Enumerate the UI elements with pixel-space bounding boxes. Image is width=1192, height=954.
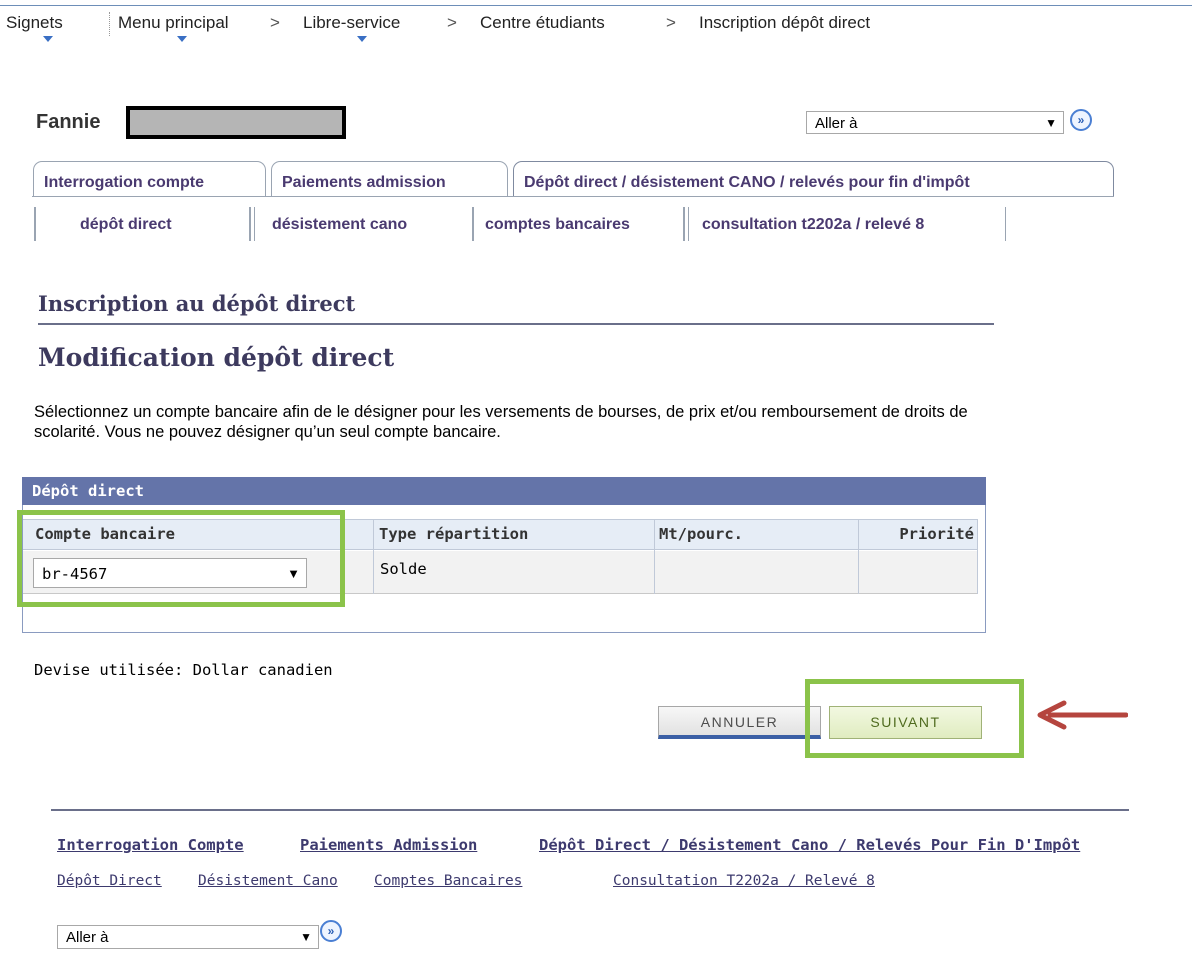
subtab-divider	[472, 207, 474, 241]
footer-goto-button[interactable]: »	[320, 920, 342, 942]
column-divider	[654, 519, 655, 594]
page-subtitle: Modification dépôt direct	[38, 343, 395, 372]
footer-link-direct-deposit[interactable]: Dépôt Direct / Désistement Cano / Relevé…	[539, 836, 1080, 854]
self-service-link[interactable]: Libre-service	[303, 13, 400, 33]
subtab-cano-waiver[interactable]: désistement cano	[272, 207, 407, 241]
tab-admission-payments[interactable]: Paiements admission	[271, 161, 508, 197]
instructions-text: Sélectionnez un compte bancaire afin de …	[34, 403, 968, 441]
column-divider	[977, 519, 978, 594]
cell-priority	[859, 551, 977, 594]
breadcrumb-current: Inscription dépôt direct	[699, 13, 871, 32]
main-menu-link[interactable]: Menu principal	[118, 13, 229, 33]
subtab-divider	[249, 207, 251, 241]
redacted-last-name	[126, 106, 346, 139]
column-header-distribution-type: Type répartition	[374, 519, 654, 550]
column-divider	[373, 519, 374, 594]
footer-link-admission-payments[interactable]: Paiements Admission	[300, 836, 477, 854]
chevron-down-icon: ▼	[1045, 116, 1057, 130]
tab-account-inquiry[interactable]: Interrogation compte	[33, 161, 266, 197]
column-header-priority: Priorité	[859, 519, 977, 550]
grid-title: Dépôt direct	[22, 477, 986, 505]
highlight-box-bank-account	[17, 510, 345, 607]
title-underline	[38, 323, 994, 325]
footer-sublink-cano-waiver[interactable]: Désistement Cano	[198, 873, 338, 889]
top-divider	[0, 5, 1192, 6]
footer-goto-select[interactable]: Aller à ▼	[57, 925, 319, 949]
breadcrumb-chevron: >	[666, 13, 676, 32]
footer-sublink-bank-accounts[interactable]: Comptes Bancaires	[374, 873, 522, 889]
footer-link-account-inquiry[interactable]: Interrogation Compte	[57, 836, 244, 854]
page-title: Inscription au dépôt direct	[38, 291, 356, 316]
breadcrumb-divider	[109, 12, 111, 36]
self-service-dropdown-icon[interactable]	[357, 36, 367, 42]
subtab-direct-deposit[interactable]: dépôt direct	[80, 207, 172, 241]
footer-goto-select-value: Aller à	[66, 929, 109, 946]
bookmarks-dropdown-icon[interactable]	[43, 36, 53, 42]
goto-select[interactable]: Aller à ▼	[806, 111, 1064, 134]
subtab-divider	[254, 207, 255, 241]
column-divider	[858, 519, 859, 594]
currency-text: Devise utilisée: Dollar canadien	[34, 661, 333, 679]
subtab-divider	[683, 207, 685, 241]
goto-select-value: Aller à	[815, 115, 858, 132]
subtab-divider	[688, 207, 689, 241]
cell-amount-percent	[655, 551, 858, 594]
cell-distribution-type: Solde	[374, 551, 654, 594]
breadcrumb-chevron: >	[447, 13, 457, 32]
main-menu-dropdown-icon[interactable]	[177, 36, 187, 42]
footer-divider	[51, 809, 1129, 811]
bookmarks-menu[interactable]: Signets	[6, 13, 63, 33]
subtab-bank-accounts[interactable]: comptes bancaires	[485, 207, 630, 241]
column-header-amount-percent: Mt/pourc.	[655, 519, 858, 550]
breadcrumb-chevron: >	[270, 13, 280, 32]
arrow-left-icon	[1037, 700, 1128, 730]
subtab-divider	[34, 207, 36, 241]
tab-direct-deposit[interactable]: Dépôt direct / désistement CANO / relevé…	[513, 161, 1114, 197]
footer-sublink-direct-deposit[interactable]: Dépôt Direct	[57, 873, 162, 889]
footer-sublink-tax-receipts[interactable]: Consultation T2202a / Relevé 8	[613, 873, 875, 889]
chevron-down-icon: ▼	[300, 930, 312, 944]
student-first-name: Fannie	[36, 111, 101, 133]
breadcrumb-bar: Signets Menu principal > Libre-service >…	[0, 0, 1192, 46]
subtab-divider	[1005, 207, 1006, 241]
tab-underline	[32, 196, 1114, 197]
subtab-tax-receipts[interactable]: consultation t2202a / relevé 8	[702, 207, 924, 241]
student-center-link[interactable]: Centre étudiants	[480, 13, 605, 33]
highlight-box-next	[805, 679, 1024, 758]
cancel-button[interactable]: ANNULER	[658, 706, 821, 739]
goto-button[interactable]: »	[1070, 109, 1092, 131]
